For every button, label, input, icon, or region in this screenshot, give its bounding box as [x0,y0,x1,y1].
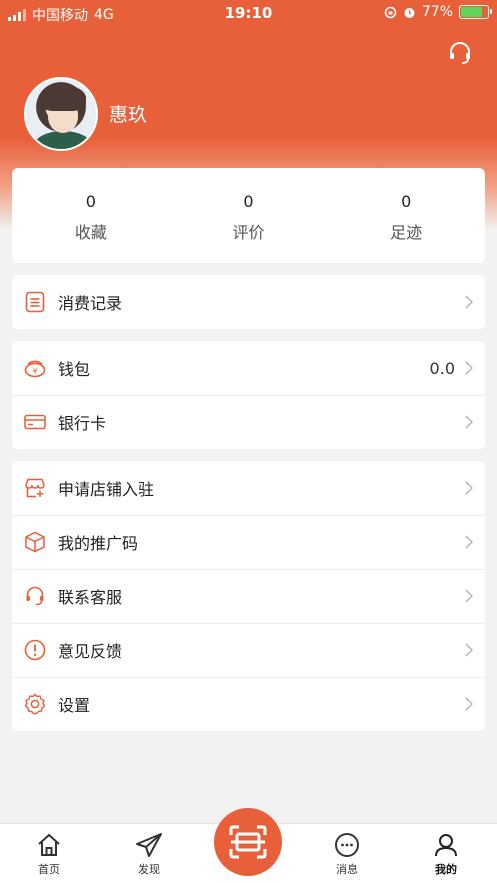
tab-discover[interactable]: 发现 [109,824,189,877]
menu-item-label: 我的推广码 [58,534,139,553]
tab-label: 首页 [38,863,60,876]
battery-percent: 77% [421,4,453,20]
menu-group-records: 消费记录 [12,275,485,329]
wallet-balance: 0.0 [429,358,455,378]
rotation-lock-icon [384,6,397,18]
chevron-right-icon [465,535,473,549]
chevron-right-icon [465,643,473,657]
chevron-right-icon [465,589,473,603]
menu-item-apply-store[interactable]: 申请店铺入驻 [12,461,485,515]
menu-item-label: 联系客服 [58,588,123,607]
menu-item-settings[interactable]: 设置 [12,677,485,731]
cube-icon [24,531,46,553]
chevron-right-icon [465,361,473,375]
menu-item-wallet[interactable]: ¥ 钱包 0.0 [12,341,485,395]
customer-service-icon[interactable] [447,40,473,66]
menu-item-feedback[interactable]: 意见反馈 [12,623,485,677]
menu-item-consumption-records[interactable]: 消费记录 [12,275,485,329]
menu-item-promo-code[interactable]: 我的推广码 [12,515,485,569]
tab-home[interactable]: 首页 [9,824,89,877]
tab-mine[interactable]: 我的 [406,824,486,877]
avatar[interactable] [24,77,98,151]
tab-label: 发现 [138,863,160,876]
stat-value: 0 [85,192,96,211]
exclamation-circle-icon [24,639,46,661]
wallet-icon: ¥ [24,357,46,379]
stat-favorites[interactable]: 0 收藏 [12,168,170,263]
stat-history[interactable]: 0 足迹 [327,168,485,263]
tab-messages[interactable]: 消息 [307,824,387,877]
scan-icon [229,825,267,859]
alarm-icon [404,7,415,18]
headset-icon [24,585,46,607]
stat-value: 0 [401,192,412,211]
svg-text:¥: ¥ [32,367,37,376]
stat-reviews[interactable]: 0 评价 [170,168,328,263]
menu-item-bank-card[interactable]: 银行卡 [12,395,485,449]
tab-label: 我的 [435,863,457,876]
chevron-right-icon [465,697,473,711]
home-icon [38,833,60,856]
chevron-right-icon [465,295,473,309]
tab-label: 消息 [336,863,358,876]
paper-plane-icon [136,833,162,857]
chevron-right-icon [465,415,473,429]
scan-button[interactable] [214,808,282,876]
menu-item-label: 设置 [58,696,91,715]
chat-bubble-icon [335,833,359,857]
menu-item-label: 银行卡 [58,414,107,433]
battery-icon [459,5,492,19]
stat-label: 收藏 [74,223,107,242]
menu-group-more: 申请店铺入驻 我的推广码 联系客服 意见反馈 设置 [12,461,485,731]
receipt-icon [24,291,46,313]
status-bar: 中国移动 4G 19:10 77% [0,0,497,26]
menu-item-label: 意见反馈 [58,642,123,661]
stats-card: 0 收藏 0 评价 0 足迹 [12,168,485,263]
menu-item-label: 消费记录 [58,294,123,313]
user-icon [435,834,457,857]
bank-card-icon [24,411,46,433]
menu-item-contact-service[interactable]: 联系客服 [12,569,485,623]
menu-item-label: 钱包 [58,360,91,379]
stat-label: 评价 [232,223,265,242]
stat-value: 0 [243,192,254,211]
username[interactable]: 惠玖 [109,100,147,127]
menu-group-finance: ¥ 钱包 0.0 银行卡 [12,341,485,449]
store-icon [24,477,46,499]
chevron-right-icon [465,481,473,495]
gear-icon [24,693,46,715]
menu-item-label: 申请店铺入驻 [58,480,155,499]
stat-label: 足迹 [390,223,423,242]
